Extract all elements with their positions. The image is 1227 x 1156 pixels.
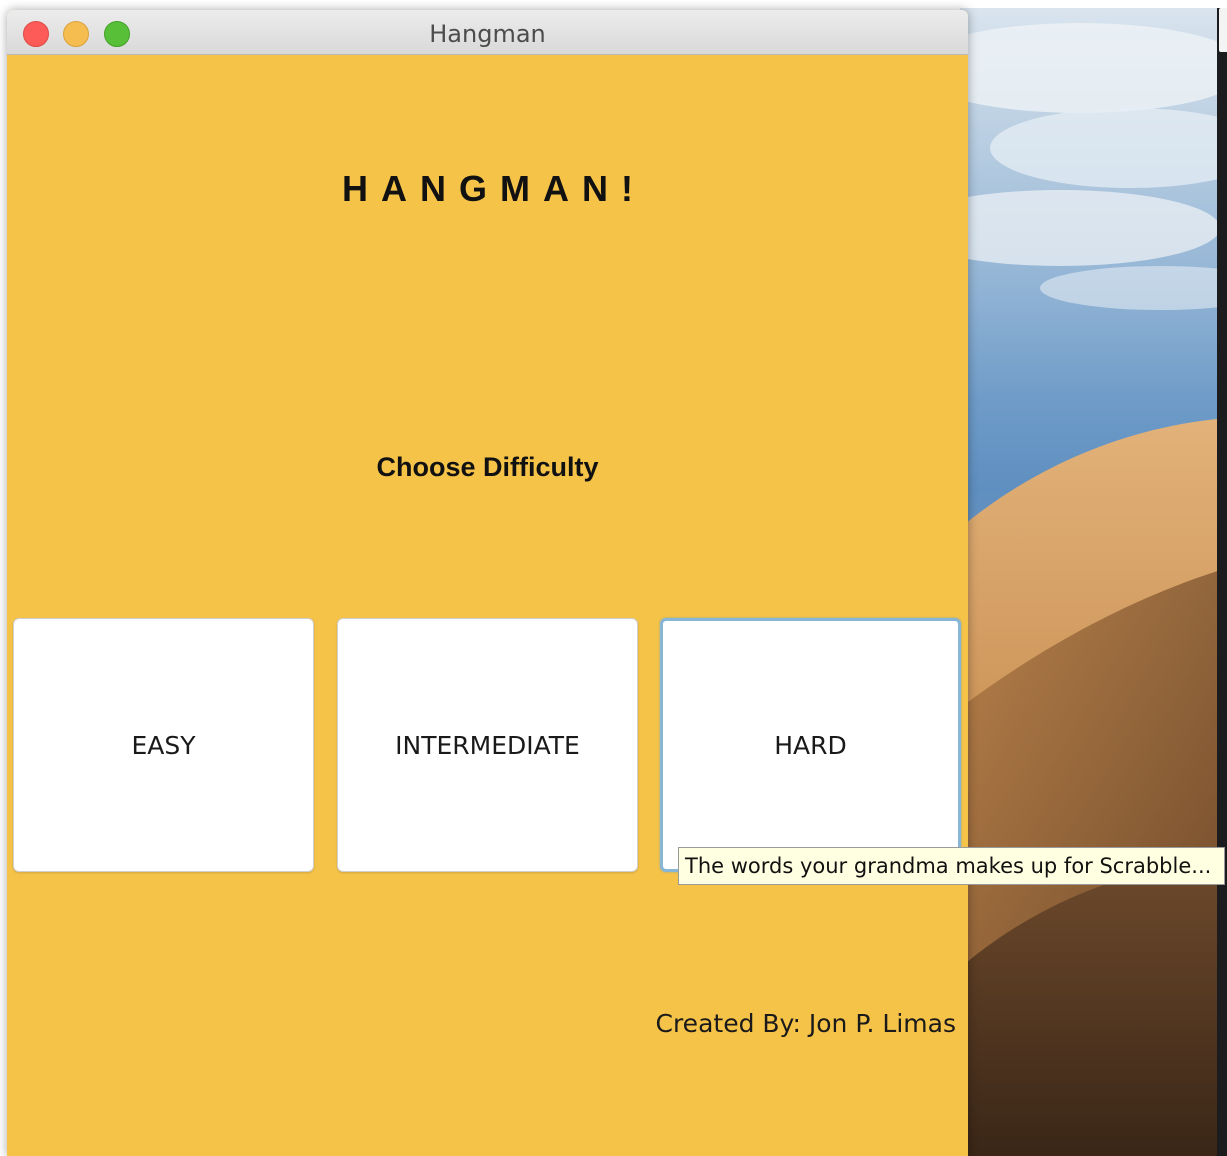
- hard-button-tooltip: The words your grandma makes up for Scra…: [678, 847, 1225, 885]
- window-title: Hangman: [429, 20, 546, 48]
- credit-label: Created By: Jon P. Limas: [655, 1009, 957, 1038]
- choose-difficulty-label: Choose Difficulty: [376, 452, 599, 482]
- desert-dunes-image: [960, 23, 1227, 1156]
- adjacent-window-titlebar: [1219, 8, 1227, 52]
- hard-button[interactable]: HARD: [660, 618, 961, 872]
- hangman-window: Hangman HANGMAN! Choose Difficulty EASY …: [7, 10, 968, 1156]
- easy-button[interactable]: EASY: [13, 618, 314, 872]
- window-titlebar[interactable]: Hangman: [7, 10, 968, 55]
- adjacent-window-edge: [1217, 8, 1227, 1156]
- game-title: HANGMAN!: [342, 168, 646, 209]
- desktop-wallpaper: [960, 8, 1227, 1156]
- intermediate-button[interactable]: INTERMEDIATE: [337, 618, 638, 872]
